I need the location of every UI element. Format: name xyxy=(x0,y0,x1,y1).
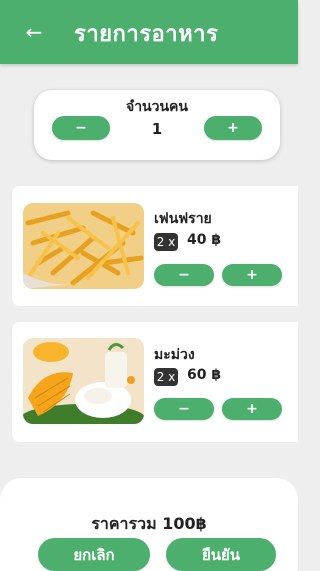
mango-sticky-rice-image xyxy=(23,338,144,424)
french-fries-image xyxy=(23,203,144,289)
food-item-plus-button[interactable]: + xyxy=(222,264,282,286)
people-count-card: จำนวนคน 1 − + xyxy=(34,90,280,160)
food-item-qty-badge: 2 x xyxy=(154,368,178,386)
back-arrow-icon[interactable]: ← xyxy=(20,18,48,46)
food-item-price: 60 ฿ xyxy=(187,367,222,383)
food-item-card: เฟนฟราย 2 x 40 ฿ − + xyxy=(12,186,298,306)
app-header: ← รายการอาหาร xyxy=(0,0,298,64)
food-item-qty-badge: 2 x xyxy=(154,233,178,251)
food-item-card: มะม่วง 2 x 60 ฿ − + xyxy=(12,322,298,442)
people-plus-button[interactable]: + xyxy=(204,116,262,140)
cancel-button[interactable]: ยกเลิก xyxy=(38,538,150,571)
food-item-name: เฟนฟราย xyxy=(154,211,212,227)
food-item-price: 40 ฿ xyxy=(187,232,222,248)
food-item-plus-button[interactable]: + xyxy=(222,398,282,420)
food-item-name: มะม่วง xyxy=(154,347,195,363)
total-price: ราคารวม 100฿ xyxy=(91,514,207,533)
people-count-label: จำนวนคน xyxy=(125,99,188,115)
food-item-minus-button[interactable]: − xyxy=(154,264,214,286)
confirm-button[interactable]: ยืนยัน xyxy=(166,538,276,571)
people-minus-button[interactable]: − xyxy=(52,116,110,140)
page-title: รายการอาหาร xyxy=(74,22,219,47)
food-item-minus-button[interactable]: − xyxy=(154,398,214,420)
